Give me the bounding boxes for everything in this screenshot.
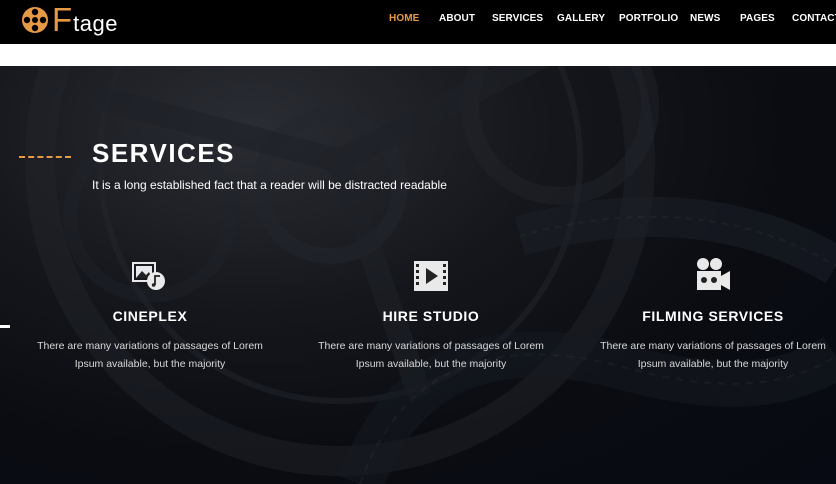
- main-nav: HOME ABOUT SERVICES GALLERY PORTFOLIO NE…: [0, 13, 836, 27]
- nav-services[interactable]: SERVICES: [492, 13, 543, 24]
- services-section: SERVICES It is a long established fact t…: [0, 66, 836, 484]
- service-description: There are many variations of passages of…: [318, 340, 544, 370]
- nav-pages[interactable]: PAGES: [740, 13, 775, 24]
- nav-gallery[interactable]: GALLERY: [557, 13, 605, 24]
- service-description: There are many variations of passages of…: [37, 340, 263, 370]
- slider-indicator: [0, 325, 10, 328]
- section-subtitle: It is a long established fact that a rea…: [92, 178, 447, 192]
- nav-news[interactable]: NEWS: [690, 13, 720, 24]
- service-title: CINEPLEX: [112, 308, 188, 324]
- nav-contact[interactable]: CONTACT: [792, 13, 836, 24]
- media-gallery-icon: [132, 262, 165, 290]
- service-card-filming-services[interactable]: FILMING SERVICES There are many variatio…: [593, 256, 833, 373]
- nav-home[interactable]: HOME: [389, 13, 419, 24]
- service-title: FILMING SERVICES: [642, 308, 784, 324]
- site-header: F tage HOME ABOUT SERVICES GALLERY PORTF…: [0, 0, 836, 44]
- film-play-icon: [414, 261, 448, 291]
- nav-portfolio[interactable]: PORTFOLIO: [619, 13, 678, 24]
- header-divider-strip: [0, 44, 836, 66]
- nav-about[interactable]: ABOUT: [439, 13, 475, 24]
- service-card-cineplex[interactable]: CINEPLEX There are many variations of pa…: [30, 256, 270, 373]
- service-card-hire-studio[interactable]: HIRE STUDIO There are many variations of…: [311, 256, 551, 373]
- title-accent-dashes: [19, 156, 71, 158]
- service-description: There are many variations of passages of…: [600, 340, 826, 370]
- service-title: HIRE STUDIO: [382, 308, 480, 324]
- video-camera-icon: [697, 258, 730, 290]
- section-title: SERVICES: [92, 138, 236, 168]
